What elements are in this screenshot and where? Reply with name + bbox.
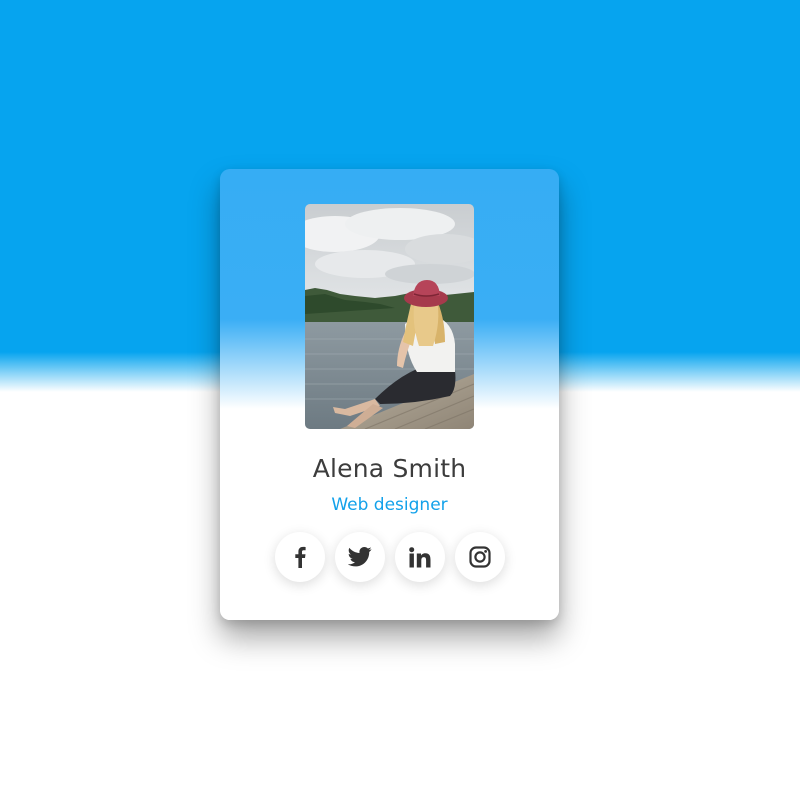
linkedin-button[interactable] bbox=[395, 532, 445, 582]
page-background: Alena Smith Web designer bbox=[0, 0, 800, 800]
twitter-button[interactable] bbox=[335, 532, 385, 582]
facebook-icon bbox=[295, 546, 306, 568]
instagram-icon bbox=[469, 546, 491, 568]
linkedin-icon bbox=[409, 546, 431, 567]
facebook-button[interactable] bbox=[275, 532, 325, 582]
profile-photo bbox=[305, 204, 474, 429]
twitter-icon bbox=[348, 547, 372, 567]
profile-card: Alena Smith Web designer bbox=[220, 169, 559, 620]
profile-role: Web designer bbox=[331, 495, 448, 515]
instagram-button[interactable] bbox=[455, 532, 505, 582]
social-links bbox=[275, 532, 505, 582]
profile-name: Alena Smith bbox=[312, 454, 467, 483]
